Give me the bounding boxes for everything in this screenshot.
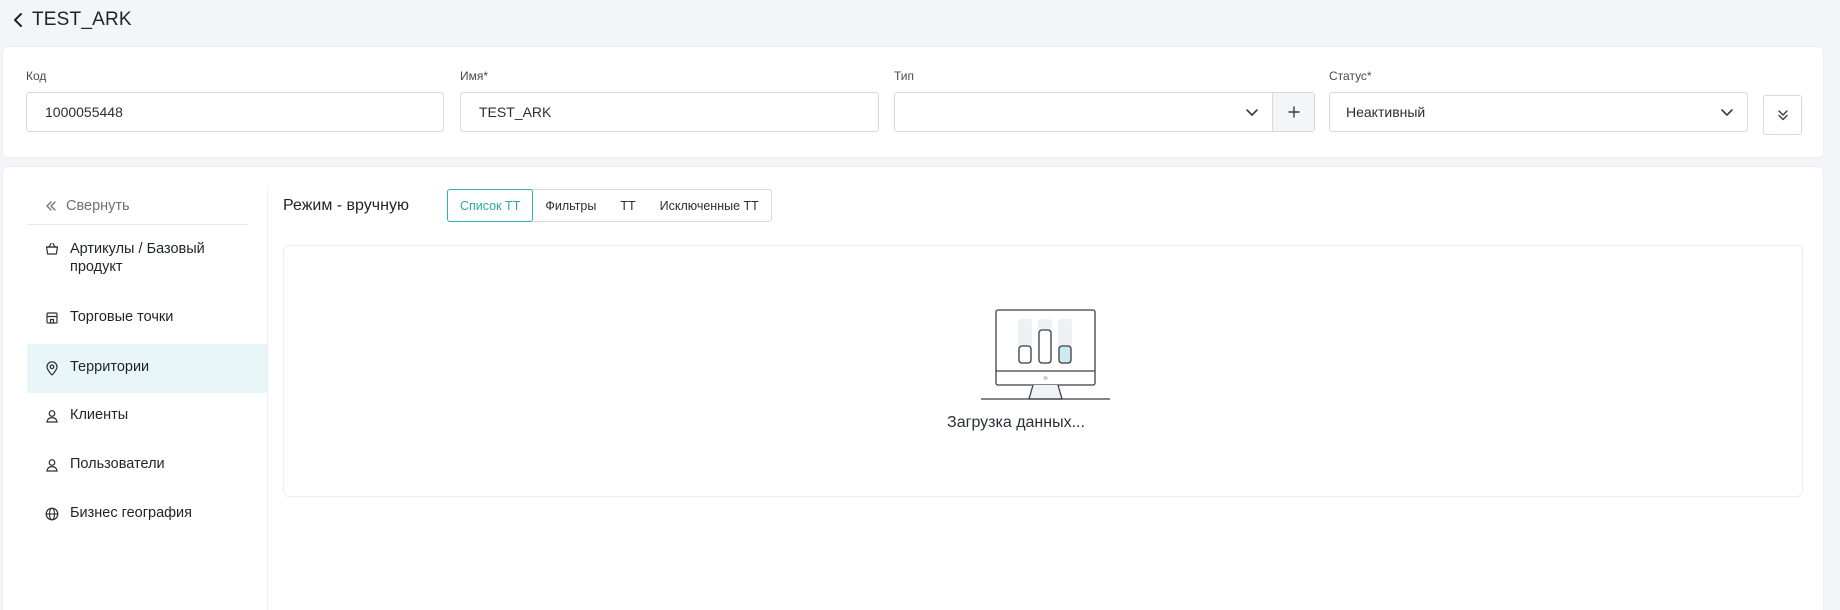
globe-icon — [44, 505, 60, 521]
expand-form-button[interactable] — [1763, 95, 1802, 135]
tab-excluded-stores[interactable]: Исключенные ТТ — [648, 190, 771, 221]
tab-store-list[interactable]: Список ТТ — [447, 189, 534, 222]
basket-icon — [44, 240, 60, 256]
sidebar-item-label: Клиенты — [70, 407, 129, 423]
main-card: Свернуть Артикулы / Базовый продукт Торг… — [2, 166, 1824, 610]
add-type-button[interactable] — [1272, 93, 1314, 131]
page-header: TEST_ARK — [0, 0, 1840, 40]
sidebar-item-clients[interactable]: Клиенты — [27, 393, 267, 442]
tab-stores[interactable]: ТТ — [608, 190, 647, 221]
status-chevron[interactable] — [1707, 93, 1747, 131]
location-pin-icon — [44, 359, 60, 376]
plus-icon — [1287, 106, 1300, 118]
code-value: 1000055448 — [45, 104, 123, 120]
user-icon — [44, 456, 60, 472]
name-input[interactable]: TEST_ARK — [460, 92, 879, 132]
sidebar-divider — [267, 187, 268, 610]
sidebar-item-territories[interactable]: Территории — [27, 344, 267, 393]
page-title: TEST_ARK — [32, 9, 132, 30]
chevron-left-icon — [14, 13, 22, 27]
type-chevron[interactable] — [1232, 93, 1272, 131]
sidebar-item-label: Территории — [70, 359, 150, 375]
chevron-down-icon — [1246, 108, 1258, 116]
sidebar-item-stores[interactable]: Торговые точки — [27, 295, 267, 344]
tab-bar: Список ТТ Фильтры ТТ Исключенные ТТ — [447, 189, 772, 222]
sidebar-item-business-geography[interactable]: Бизнес география — [27, 491, 267, 540]
chevron-down-icon — [1721, 108, 1733, 116]
status-select[interactable]: Неактивный — [1329, 92, 1748, 132]
sidebar-item-label: Бизнес география — [70, 505, 193, 521]
status-field: Статус* Неактивный — [1329, 69, 1748, 132]
content-panel: Загрузка данных... — [283, 245, 1803, 497]
type-field: Тип — [894, 69, 1315, 132]
name-field: Имя* TEST_ARK — [460, 69, 879, 132]
sidebar-item-label: Артикулы / Базовый продукт — [70, 241, 205, 275]
name-label: Имя* — [460, 69, 489, 83]
type-select[interactable] — [894, 92, 1315, 132]
sidebar-item-articles[interactable]: Артикулы / Базовый продукт — [27, 225, 267, 295]
monitor-chart-icon — [978, 308, 1112, 407]
code-input[interactable]: 1000055448 — [26, 92, 444, 132]
sidebar: Свернуть Артикулы / Базовый продукт Торг… — [27, 187, 267, 540]
tab-filters[interactable]: Фильтры — [533, 190, 608, 221]
double-chevron-down-icon — [1777, 110, 1788, 121]
collapse-label: Свернуть — [66, 197, 130, 214]
form-card: Код 1000055448 Имя* TEST_ARK Тип Статус*… — [2, 46, 1824, 158]
double-chevron-left-icon — [45, 200, 57, 212]
type-value — [895, 93, 1232, 131]
loading-text: Загрузка данных... — [947, 414, 1085, 431]
status-label: Статус* — [1329, 69, 1372, 83]
code-field: Код 1000055448 — [26, 69, 444, 132]
sidebar-item-label: Пользователи — [70, 456, 165, 472]
user-icon — [44, 407, 60, 423]
code-label: Код — [26, 69, 47, 83]
collapse-button[interactable]: Свернуть — [27, 187, 247, 225]
back-button[interactable] — [8, 8, 28, 32]
name-value: TEST_ARK — [479, 104, 552, 120]
sidebar-item-users[interactable]: Пользователи — [27, 442, 267, 491]
status-value: Неактивный — [1346, 104, 1426, 120]
mode-title: Режим - вручную — [283, 197, 409, 214]
type-label: Тип — [894, 69, 915, 83]
sidebar-item-label: Торговые точки — [70, 309, 174, 325]
store-icon — [44, 309, 60, 325]
